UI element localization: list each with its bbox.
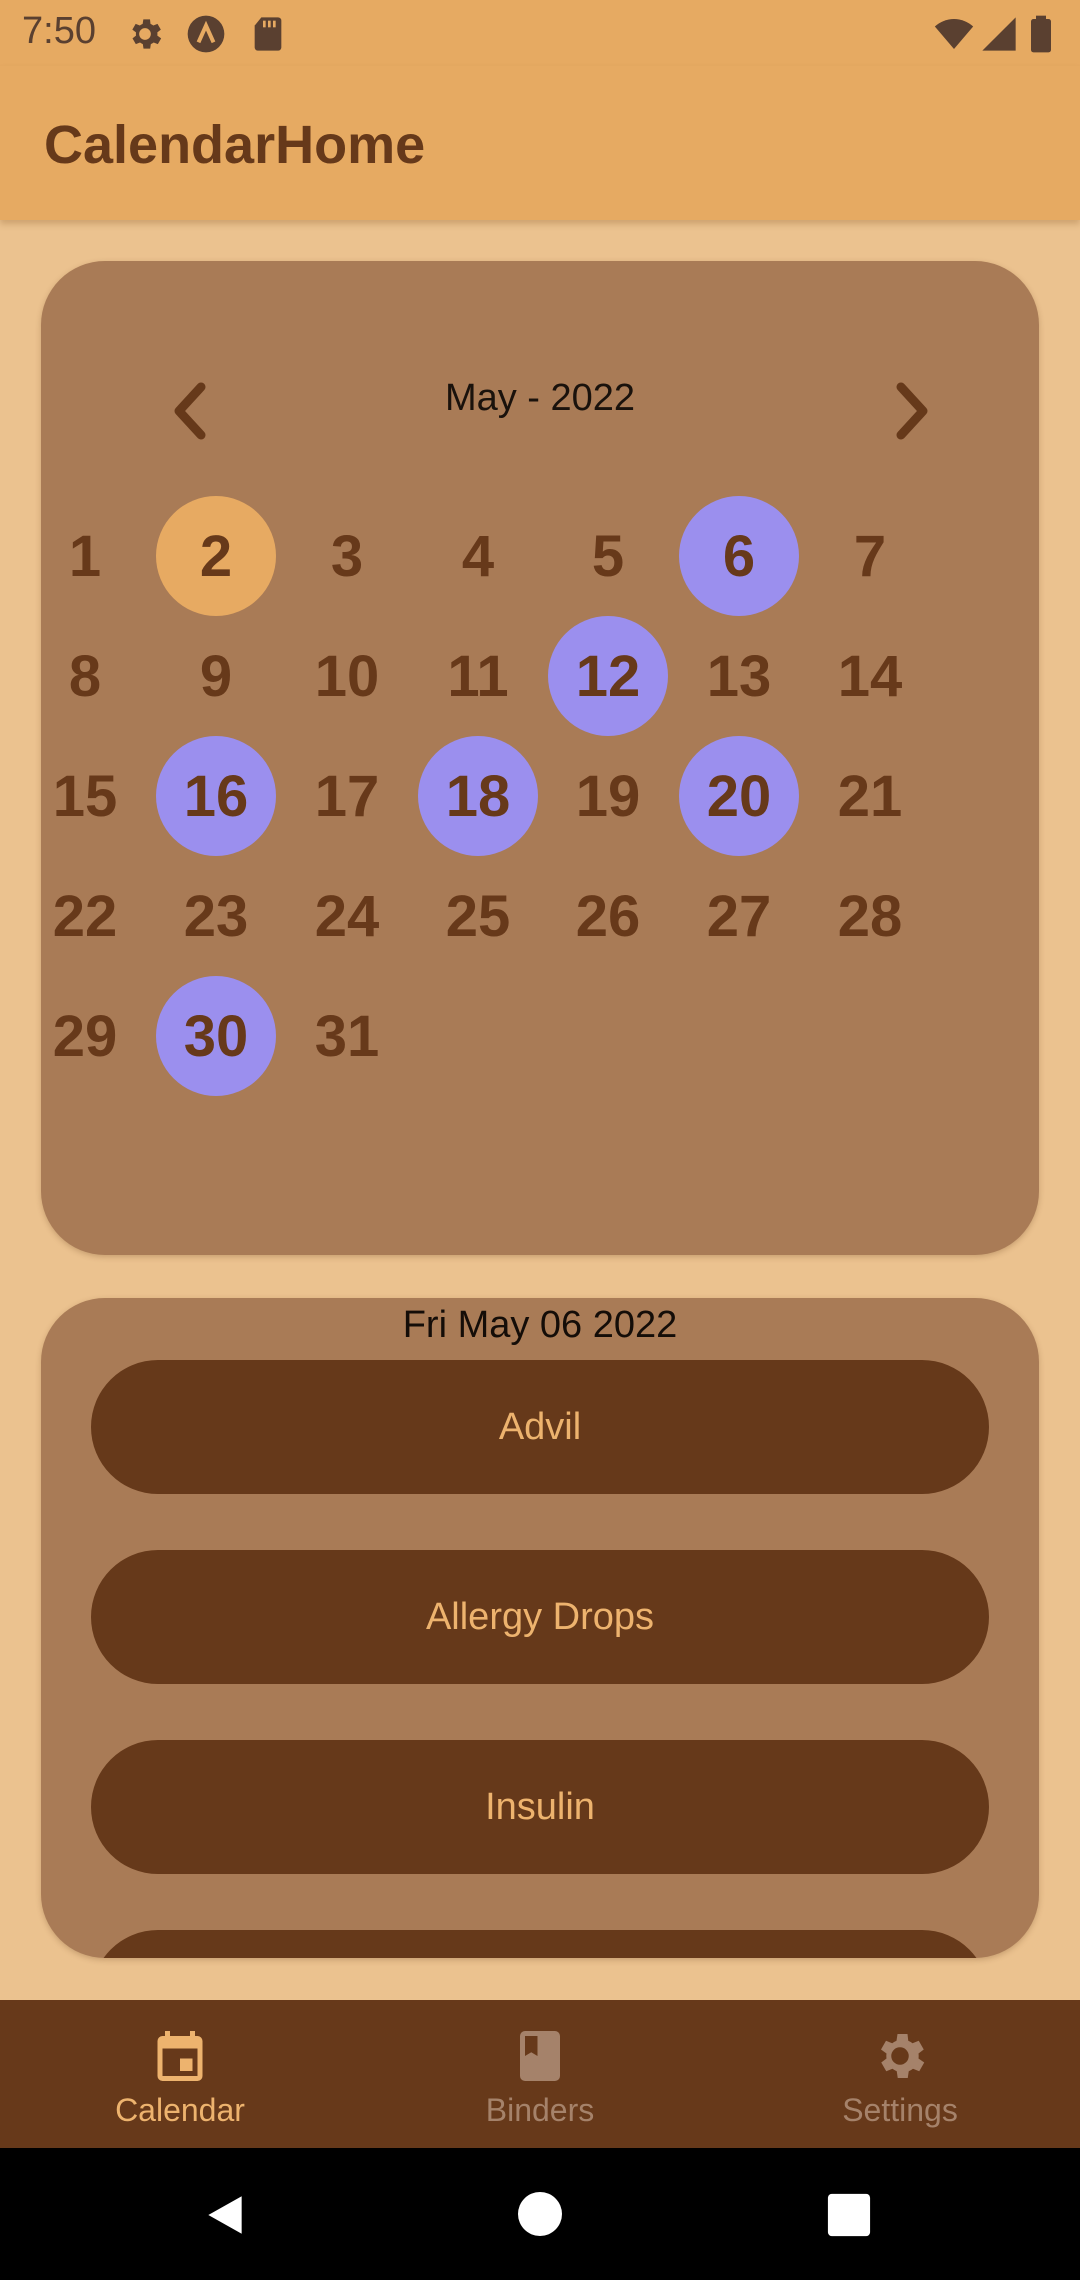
nav-label-settings: Settings (842, 2092, 958, 2128)
calendar-day-16[interactable]: 16 (156, 736, 276, 856)
gear-icon (881, 2034, 925, 2078)
calendar-day-1[interactable]: 1 (25, 496, 145, 616)
calendar-day-5[interactable]: 5 (548, 496, 668, 616)
book-icon (520, 2031, 560, 2081)
calendar-day-7[interactable]: 7 (810, 496, 930, 616)
calendar-day-24[interactable]: 24 (287, 856, 407, 976)
calendar-day-6[interactable]: 6 (679, 496, 799, 616)
calendar-icon (157, 2031, 203, 2081)
calendar-day-2[interactable]: 2 (156, 496, 276, 616)
calendar-day-9[interactable]: 9 (156, 616, 276, 736)
event-item-partial[interactable] (91, 1930, 989, 1958)
calendar-day-30[interactable]: 30 (156, 976, 276, 1096)
nav-item-calendar[interactable]: Calendar (0, 2000, 360, 2148)
selected-date-label: Fri May 06 2022 (402, 1304, 678, 1346)
calendar-day-15[interactable]: 15 (25, 736, 145, 856)
back-icon[interactable] (200, 2190, 250, 2240)
battery-icon (1031, 15, 1051, 53)
calendar-day-20[interactable]: 20 (679, 736, 799, 856)
calendar-day-22[interactable]: 22 (25, 856, 145, 976)
signal-icon (982, 17, 1016, 51)
calendar-day-13[interactable]: 13 (679, 616, 799, 736)
calendar-day-25[interactable]: 25 (418, 856, 538, 976)
calendar-grid: 1 2 3 4 5 6 7 8 9 10 11 12 13 14 15 16 17 18 19 20 21 22 23 24 2… (41, 261, 1039, 1255)
sd-card-icon (254, 17, 282, 51)
gear-icon (132, 19, 162, 49)
calendar-day-4[interactable]: 4 (418, 496, 538, 616)
calendar-day-3[interactable]: 3 (287, 496, 407, 616)
bottom-navigation: Calendar Binders Settings (0, 2000, 1080, 2148)
event-item-allergy-drops[interactable]: Allergy Drops (91, 1550, 989, 1684)
calendar-day-31[interactable]: 31 (287, 976, 407, 1096)
calendar-card: May - 2022 1 2 3 4 5 6 7 8 9 10 11 12 13 14 15 16 17 18 19… (41, 261, 1039, 1255)
page-title: CalendarHome (44, 115, 426, 175)
nav-label-binders: Binders (485, 2092, 595, 2128)
calendar-day-23[interactable]: 23 (156, 856, 276, 976)
calendar-day-27[interactable]: 27 (679, 856, 799, 976)
calendar-day-18[interactable]: 18 (418, 736, 538, 856)
calendar-day-8[interactable]: 8 (25, 616, 145, 736)
nav-label-calendar: Calendar (115, 2092, 245, 2128)
event-item-insulin[interactable]: Insulin (91, 1740, 989, 1874)
nav-item-settings[interactable]: Settings (720, 2000, 1080, 2148)
calendar-day-17[interactable]: 17 (287, 736, 407, 856)
app-bar: CalendarHome (0, 66, 1080, 220)
event-item-advil[interactable]: Advil (91, 1360, 989, 1494)
events-card: Fri May 06 2022 Advil Allergy Drops Insu… (41, 1298, 1039, 1958)
recents-icon[interactable] (826, 2192, 872, 2238)
status-bar: 7:50 (0, 0, 1080, 66)
calendar-day-29[interactable]: 29 (25, 976, 145, 1096)
calendar-day-12[interactable]: 12 (548, 616, 668, 736)
app-a-icon (187, 15, 225, 53)
calendar-day-14[interactable]: 14 (810, 616, 930, 736)
home-icon[interactable] (516, 2190, 564, 2238)
calendar-day-21[interactable]: 21 (810, 736, 930, 856)
calendar-day-11[interactable]: 11 (418, 616, 538, 736)
calendar-day-19[interactable]: 19 (548, 736, 668, 856)
calendar-day-26[interactable]: 26 (548, 856, 668, 976)
nav-item-binders[interactable]: Binders (360, 2000, 720, 2148)
calendar-day-10[interactable]: 10 (287, 616, 407, 736)
status-time: 7:50 (22, 10, 96, 52)
system-navigation-bar (0, 2148, 1080, 2280)
calendar-day-28[interactable]: 28 (810, 856, 930, 976)
wifi-icon (934, 19, 974, 49)
